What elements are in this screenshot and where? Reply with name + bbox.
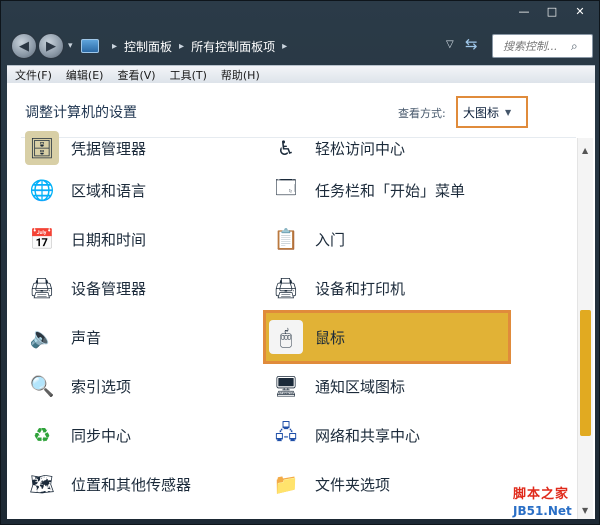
item-label: 声音 (71, 328, 102, 347)
site-watermark: 脚本之家 JB51.Net (513, 487, 597, 523)
item-label: 入门 (315, 230, 346, 249)
indexing-options-icon: 🔍 (29, 374, 55, 398)
menu-file[interactable]: 文件(F) (15, 67, 52, 83)
nav-arrows: ◀ ▶ ▾ (11, 33, 77, 59)
taskbar-start-menu-icon: 🗔 (275, 175, 297, 199)
scroll-thumb[interactable] (580, 310, 591, 436)
forward-button[interactable]: ▶ (38, 33, 64, 59)
item-label: 轻松访问中心 (315, 139, 406, 158)
item-label: 凭据管理器 (71, 139, 147, 158)
menu-view[interactable]: 查看(V) (117, 67, 155, 83)
caption-buttons: — □ ✕ (511, 3, 593, 19)
close-button[interactable]: ✕ (567, 3, 593, 19)
item-label: 位置和其他传感器 (71, 475, 192, 494)
item-label: 设备和打印机 (315, 279, 406, 298)
breadcrumb-separator-icon[interactable]: ▸ (282, 41, 287, 52)
item-indexing-options[interactable]: 🔍 索引选项 (25, 365, 255, 407)
item-region-language[interactable]: 🌐 区域和语言 (25, 169, 255, 211)
control-panel-icon (81, 39, 99, 53)
menu-bar: 文件(F) 编辑(E) 查看(V) 工具(T) 帮助(H) (7, 65, 595, 83)
breadcrumb-separator-icon[interactable]: ▸ (112, 41, 117, 52)
mouse-icon: 🖱 (269, 320, 303, 354)
item-label: 区域和语言 (71, 181, 147, 200)
ease-of-access-icon: ♿ (277, 136, 295, 160)
menu-edit[interactable]: 编辑(E) (66, 67, 104, 83)
menu-help[interactable]: 帮助(H) (221, 67, 260, 83)
item-label: 文件夹选项 (315, 475, 391, 494)
notification-area-icon: 🖥 (273, 374, 299, 398)
date-time-icon: 📅 (29, 227, 55, 251)
item-credential-manager[interactable]: 🗄 凭据管理器 (25, 127, 255, 169)
devices-printers-icon: 🖨 (273, 276, 299, 300)
item-folder-options[interactable]: 📁 文件夹选项 (269, 463, 509, 505)
item-label: 日期和时间 (71, 230, 147, 249)
item-device-manager[interactable]: 🖨 设备管理器 (25, 267, 255, 309)
vertical-scrollbar[interactable]: ▲ ▼ (577, 138, 593, 519)
navigation-bar: ◀ ▶ ▾ ▸ 控制面板 ▸ 所有控制面板项 ▸ ▽ ⇆ ⌕ (1, 29, 600, 65)
control-panel-window: — □ ✕ ◀ ▶ ▾ ▸ 控制面板 ▸ 所有控制面板项 ▸ ▽ ⇆ ⌕ 文件(… (0, 0, 600, 525)
item-label: 设备管理器 (71, 279, 147, 298)
view-by-value: 大图标 (463, 105, 500, 120)
recent-pages-dropdown-icon[interactable]: ▾ (68, 41, 73, 51)
breadcrumb-all-items[interactable]: 所有控制面板项 (191, 38, 275, 55)
item-label: 任务栏和「开始」菜单 (315, 181, 466, 200)
location-sensors-icon: 🗺 (29, 472, 55, 496)
item-location-sensors[interactable]: 🗺 位置和其他传感器 (25, 463, 255, 505)
item-label: 通知区域图标 (315, 377, 406, 396)
item-date-time[interactable]: 📅 日期和时间 (25, 218, 255, 260)
sync-center-icon: ♻ (33, 423, 51, 447)
refresh-icon[interactable]: ⇆ (465, 35, 478, 53)
item-taskbar-start-menu[interactable]: 🗔 任务栏和「开始」菜单 (269, 169, 509, 211)
item-label: 同步中心 (71, 426, 132, 445)
search-input[interactable] (503, 39, 569, 53)
search-box[interactable]: ⌕ (492, 34, 593, 58)
item-network-sharing[interactable]: 🖧 网络和共享中心 (269, 414, 509, 456)
getting-started-icon: 📋 (273, 227, 299, 251)
credential-manager-icon: 🗄 (25, 131, 59, 165)
folder-options-icon: 📁 (273, 472, 299, 496)
view-by-label: 查看方式: (398, 107, 446, 120)
item-getting-started[interactable]: 📋 入门 (269, 218, 509, 260)
scroll-up-icon[interactable]: ▲ (582, 146, 588, 155)
item-label: 网络和共享中心 (315, 426, 421, 445)
item-sync-center[interactable]: ♻ 同步中心 (25, 414, 255, 456)
item-ease-of-access[interactable]: ♿ 轻松访问中心 (269, 127, 509, 169)
item-label: 索引选项 (71, 377, 132, 396)
region-language-icon: 🌐 (29, 178, 55, 202)
item-sound[interactable]: 🔈 声音 (25, 316, 255, 358)
item-notification-area[interactable]: 🖥 通知区域图标 (269, 365, 509, 407)
minimize-button[interactable]: — (511, 3, 537, 19)
item-devices-printers[interactable]: 🖨 设备和打印机 (269, 267, 509, 309)
view-by-dropdown[interactable]: 大图标 ▼ (456, 96, 528, 128)
item-mouse-selected[interactable]: 🖱 鼠标 (263, 310, 511, 364)
breadcrumb-separator-icon[interactable]: ▸ (179, 41, 184, 52)
watermark-line1: 脚本之家 (513, 487, 570, 502)
content-pane: 调整计算机的设置 查看方式: 大图标 ▼ 🗄 凭据管理器 🌐 区域和语言 📅 日… (7, 83, 595, 519)
page-title: 调整计算机的设置 (25, 105, 137, 121)
breadcrumb-control-panel[interactable]: 控制面板 (124, 38, 172, 55)
watermark-line2: JB51.Net (513, 504, 572, 518)
maximize-button[interactable]: □ (539, 3, 565, 19)
menu-tools[interactable]: 工具(T) (170, 67, 207, 83)
device-manager-icon: 🖨 (29, 276, 55, 300)
search-icon[interactable]: ⌕ (571, 39, 578, 54)
item-label: 鼠标 (315, 328, 346, 347)
dropdown-arrow-icon: ▼ (505, 107, 512, 117)
back-button[interactable]: ◀ (11, 33, 37, 59)
sound-icon: 🔈 (29, 325, 55, 349)
network-sharing-icon: 🖧 (274, 420, 298, 444)
address-history-dropdown-icon[interactable]: ▽ (446, 39, 454, 50)
address-bar[interactable]: ▸ 控制面板 ▸ 所有控制面板项 ▸ (79, 34, 487, 58)
